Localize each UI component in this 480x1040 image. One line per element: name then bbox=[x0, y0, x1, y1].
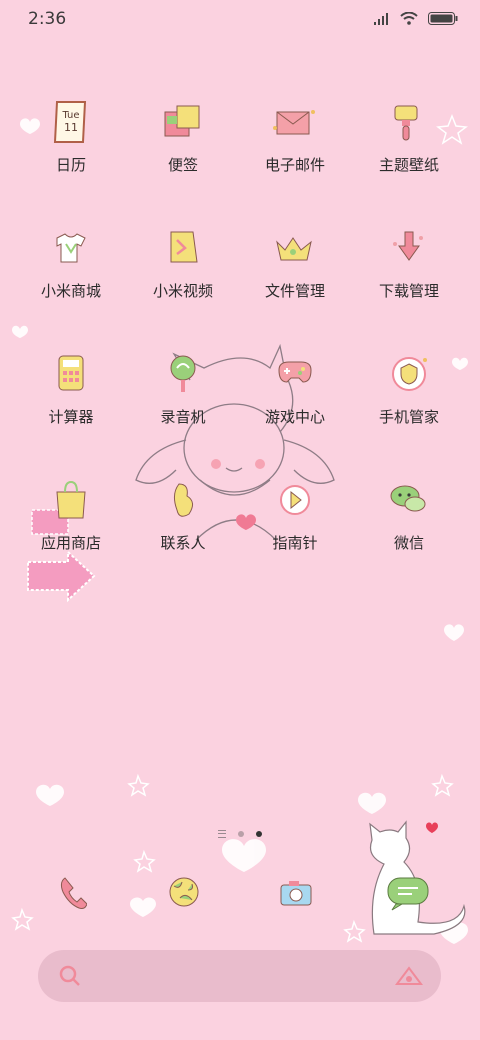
gamepad-icon bbox=[267, 346, 323, 402]
calendar-day-text: Tue bbox=[61, 110, 79, 121]
app-label: 指南针 bbox=[272, 534, 318, 552]
calendar-date-text: 11 bbox=[64, 121, 78, 134]
app-recorder[interactable]: 录音机 bbox=[128, 346, 238, 456]
app-label: 便签 bbox=[167, 156, 198, 174]
app-mail[interactable]: 电子邮件 bbox=[240, 94, 350, 204]
app-calculator[interactable]: 计算器 bbox=[16, 346, 126, 456]
app-label: 下载管理 bbox=[378, 282, 439, 300]
app-label: 微信 bbox=[393, 534, 424, 552]
calendar-icon: Tue 11 bbox=[43, 94, 99, 150]
search-icon[interactable] bbox=[58, 964, 82, 988]
app-downloads[interactable]: 下载管理 bbox=[354, 220, 464, 330]
wechat-icon bbox=[381, 472, 437, 528]
contacts-icon bbox=[155, 472, 211, 528]
notes-icon bbox=[155, 94, 211, 150]
status-time: 2:36 bbox=[28, 9, 67, 29]
dock-messages[interactable] bbox=[384, 868, 432, 916]
app-contacts[interactable]: 联系人 bbox=[128, 472, 238, 582]
app-label: 小米视频 bbox=[152, 282, 213, 300]
camera-icon bbox=[280, 881, 312, 906]
browser-globe-icon bbox=[169, 877, 199, 907]
page-dot-2[interactable] bbox=[256, 831, 262, 837]
shopping-bag-icon bbox=[43, 472, 99, 528]
app-label: 应用商店 bbox=[40, 534, 101, 552]
video-icon bbox=[155, 220, 211, 276]
wifi-icon bbox=[400, 12, 418, 25]
app-label: 文件管理 bbox=[264, 282, 325, 300]
app-label: 联系人 bbox=[160, 534, 206, 552]
assistant-icon[interactable] bbox=[395, 964, 423, 988]
list-indicator-icon bbox=[218, 830, 226, 838]
app-label: 计算器 bbox=[48, 408, 94, 426]
mail-icon bbox=[267, 94, 323, 150]
crown-folder-icon bbox=[267, 220, 323, 276]
app-label: 手机管家 bbox=[378, 408, 439, 426]
app-label: 录音机 bbox=[160, 408, 206, 426]
app-notes[interactable]: 便签 bbox=[128, 94, 238, 204]
app-security[interactable]: 手机管家 bbox=[354, 346, 464, 456]
theme-brush-icon bbox=[381, 94, 437, 150]
dock-browser[interactable] bbox=[160, 868, 208, 916]
calculator-icon bbox=[43, 346, 99, 402]
app-game-center[interactable]: 游戏中心 bbox=[240, 346, 350, 456]
signal-icon bbox=[374, 12, 388, 25]
page-indicator[interactable] bbox=[218, 830, 262, 838]
app-label: 游戏中心 bbox=[264, 408, 325, 426]
search-bar[interactable] bbox=[38, 950, 441, 1002]
app-calendar[interactable]: Tue 11 日历 bbox=[16, 94, 126, 204]
app-compass[interactable]: 指南针 bbox=[240, 472, 350, 582]
app-label: 日历 bbox=[55, 156, 86, 174]
download-icon bbox=[381, 220, 437, 276]
app-app-store[interactable]: 应用商店 bbox=[16, 472, 126, 582]
battery-icon bbox=[428, 12, 458, 25]
app-wechat[interactable]: 微信 bbox=[354, 472, 464, 582]
phone-icon bbox=[60, 877, 87, 909]
app-mi-store[interactable]: 小米商城 bbox=[16, 220, 126, 330]
app-file-manager[interactable]: 文件管理 bbox=[240, 220, 350, 330]
app-mi-video[interactable]: 小米视频 bbox=[128, 220, 238, 330]
messages-icon bbox=[387, 877, 429, 911]
compass-icon bbox=[267, 472, 323, 528]
dock-camera[interactable] bbox=[272, 868, 320, 916]
recorder-lollipop-icon bbox=[155, 346, 211, 402]
app-label: 电子邮件 bbox=[264, 156, 325, 174]
app-themes[interactable]: 主题壁纸 bbox=[354, 94, 464, 204]
dock-phone[interactable] bbox=[48, 868, 96, 916]
app-label: 小米商城 bbox=[40, 282, 101, 300]
page-dot-1[interactable] bbox=[238, 831, 244, 837]
status-icons bbox=[374, 12, 458, 25]
app-label: 主题壁纸 bbox=[378, 156, 439, 174]
shield-icon bbox=[381, 346, 437, 402]
shirt-store-icon bbox=[43, 220, 99, 276]
